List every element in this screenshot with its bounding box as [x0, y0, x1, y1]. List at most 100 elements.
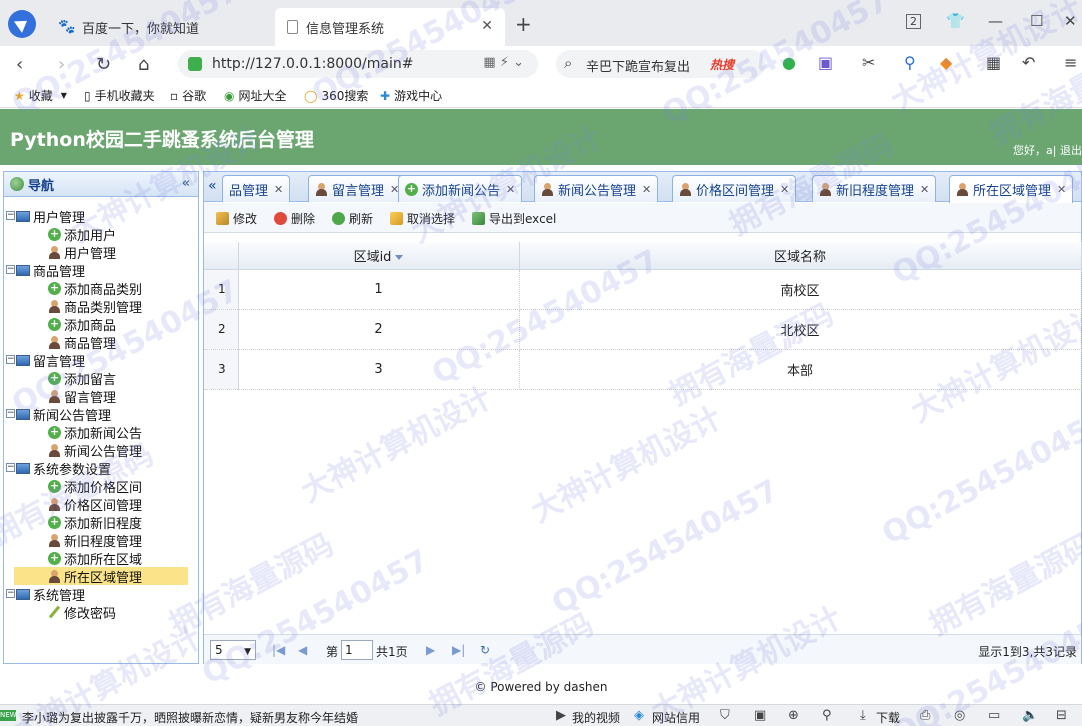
sidebar-group[interactable]: − 系统参数设置	[4, 459, 198, 478]
collapse-toggle-icon[interactable]: −	[6, 265, 15, 274]
browser-tab-active[interactable]: 信息管理系统 ✕	[275, 8, 505, 46]
collapse-toggle-icon[interactable]: −	[6, 355, 15, 364]
volume-icon[interactable]: 🔈	[1022, 708, 1038, 723]
sidebar-item[interactable]: 商品类别管理	[4, 297, 198, 316]
news-ticker[interactable]: 李小璐为复出披露千万，晒照披曝新恋情，疑新男友称今年结婚	[22, 709, 358, 726]
collapse-toggle-icon[interactable]: −	[6, 589, 15, 598]
download-link[interactable]: 下载	[876, 709, 900, 726]
minimize-icon[interactable]: —	[988, 12, 1003, 30]
cancel-select-button[interactable]: 取消选择	[390, 210, 455, 227]
scissors-icon[interactable]: ✂	[862, 53, 875, 72]
sidebar-item[interactable]: 所在区域管理	[14, 567, 188, 586]
bookmark-360[interactable]: ◯ 360搜索	[304, 87, 368, 104]
url-input[interactable]: http://127.0.0.1:8000/main# ▦ ⚡ ⌄	[178, 50, 538, 78]
pin-icon[interactable]: ⚲	[822, 708, 832, 723]
sidebar-group[interactable]: − 商品管理	[4, 261, 198, 280]
first-page-icon[interactable]: |◀	[272, 643, 285, 657]
wechat-icon[interactable]: ●	[782, 53, 796, 72]
close-tab-icon[interactable]: ✕	[506, 183, 515, 196]
sidebar-item[interactable]: + 添加价格区间	[4, 477, 198, 496]
search-input[interactable]: ⌕ 辛巴下跪宣布复出 热搜	[556, 50, 766, 78]
sidebar-item[interactable]: 留言管理	[4, 387, 198, 406]
magnifier-icon[interactable]: ⚲	[904, 53, 916, 72]
close-window-icon[interactable]: ✕	[1064, 12, 1077, 30]
sidebar-item[interactable]: + 添加新闻公告	[4, 423, 198, 442]
last-page-icon[interactable]: ▶|	[452, 643, 465, 657]
sidebar-item[interactable]: 新闻公告管理	[4, 441, 198, 460]
close-tab-icon[interactable]: ✕	[1057, 183, 1066, 196]
bookmark-games[interactable]: ✚ 游戏中心	[380, 87, 442, 104]
column-header-id[interactable]: 区域id	[238, 242, 520, 270]
close-tab-icon[interactable]: ✕	[274, 183, 283, 196]
menu-icon[interactable]: ≡	[1064, 53, 1077, 72]
table-row[interactable]: 2 2 北校区	[204, 309, 1082, 350]
page-tab[interactable]: 品管理 ✕	[222, 175, 291, 202]
sidebar-group[interactable]: − 新闻公告管理	[4, 405, 198, 424]
sidebar-item[interactable]: + 添加留言	[4, 369, 198, 388]
tab-counter[interactable]: 2	[906, 14, 921, 29]
zoom-icon[interactable]: ⊟	[1056, 708, 1067, 723]
print-icon[interactable]: ⎙	[920, 708, 930, 723]
sidebar-item[interactable]: 价格区间管理	[4, 495, 198, 514]
bookmark-favorites[interactable]: ★ 收藏 ▼	[14, 87, 67, 104]
next-page-icon[interactable]: ▶	[426, 643, 435, 657]
close-tab-icon[interactable]: ✕	[481, 18, 493, 34]
image-icon[interactable]: ▣	[754, 708, 766, 723]
maximize-icon[interactable]: ☐	[1030, 12, 1043, 30]
forward-icon[interactable]: ›	[58, 54, 65, 75]
security-icon[interactable]: ⛉	[720, 708, 730, 723]
grid-apps-icon[interactable]: ▦	[986, 53, 1001, 72]
download-icon[interactable]: ⤓	[860, 708, 866, 723]
translate-icon[interactable]: ▣	[818, 53, 833, 72]
undo-icon[interactable]: ↶	[1022, 53, 1035, 72]
user-greeting[interactable]: 您好，a| 退出	[1013, 142, 1082, 158]
sidebar-item[interactable]: + 添加所在区域	[4, 549, 198, 568]
page-tab[interactable]: 新旧程度管理 ✕	[812, 175, 937, 202]
refresh-button[interactable]: 刷新	[332, 210, 373, 227]
sidebar-group[interactable]: − 用户管理	[4, 207, 198, 226]
page-tab[interactable]: 新闻公告管理 ✕	[534, 175, 659, 202]
sidebar-item[interactable]: 商品管理	[4, 333, 198, 352]
sidebar-item[interactable]: + 添加商品	[4, 315, 198, 334]
export-excel-button[interactable]: 导出到excel	[472, 210, 556, 227]
game-icon[interactable]: ◆	[940, 53, 952, 72]
screen-icon[interactable]: ▭	[988, 708, 1000, 723]
shirt-icon[interactable]: 👕	[946, 12, 965, 30]
url-tools-icon[interactable]: ▦ ⚡ ⌄	[483, 55, 524, 70]
sidebar-group[interactable]: − 系统管理	[4, 585, 198, 604]
sidebar-item[interactable]: + 添加商品类别	[4, 279, 198, 298]
recover-icon[interactable]: ◎	[954, 708, 965, 723]
bookmark-google[interactable]: ▫ 谷歌	[170, 87, 206, 104]
page-tab[interactable]: 价格区间管理 ✕	[672, 175, 797, 202]
tab-scroll-left-icon[interactable]: «	[208, 178, 217, 194]
sidebar-item[interactable]: + 添加用户	[4, 225, 198, 244]
edit-button[interactable]: 修改	[216, 210, 257, 227]
bookmark-mobile[interactable]: ▯ 手机收藏夹	[84, 87, 155, 104]
browser-tab-baidu[interactable]: 🐾 百度一下，你就知道	[50, 8, 272, 46]
collapse-toggle-icon[interactable]: −	[6, 463, 15, 472]
sidebar-item[interactable]: 修改密码	[4, 603, 198, 622]
reload-icon[interactable]: ↻	[96, 54, 111, 75]
close-tab-icon[interactable]: ✕	[642, 183, 651, 196]
page-tab[interactable]: 留言管理 ✕	[308, 175, 407, 202]
table-row[interactable]: 1 1 南校区	[204, 269, 1082, 310]
site-credit-link[interactable]: 网站信用	[652, 709, 700, 726]
table-row[interactable]: 3 3 本部	[204, 349, 1082, 390]
page-number-input[interactable]: 1	[341, 640, 373, 660]
new-tab-button[interactable]: +	[515, 12, 532, 36]
home-icon[interactable]: ⌂	[138, 54, 149, 75]
my-video-link[interactable]: 我的视频	[572, 709, 620, 726]
collapse-toggle-icon[interactable]: −	[6, 211, 15, 220]
prev-page-icon[interactable]: ◀	[298, 643, 307, 657]
column-header-name[interactable]: 区域名称	[519, 242, 1082, 270]
reload-icon[interactable]: ↻	[480, 643, 490, 657]
close-tab-icon[interactable]: ✕	[920, 183, 929, 196]
sidebar-item[interactable]: + 添加新旧程度	[4, 513, 198, 532]
browser-logo-icon[interactable]	[8, 10, 36, 38]
collapse-icon[interactable]: «	[182, 176, 190, 191]
sidebar-item[interactable]: 用户管理	[4, 243, 198, 262]
sidebar-group[interactable]: − 留言管理	[4, 351, 198, 370]
collapse-toggle-icon[interactable]: −	[6, 409, 15, 418]
page-tab[interactable]: 所在区域管理 ✕	[949, 175, 1074, 203]
back-icon[interactable]: ‹	[16, 54, 23, 75]
